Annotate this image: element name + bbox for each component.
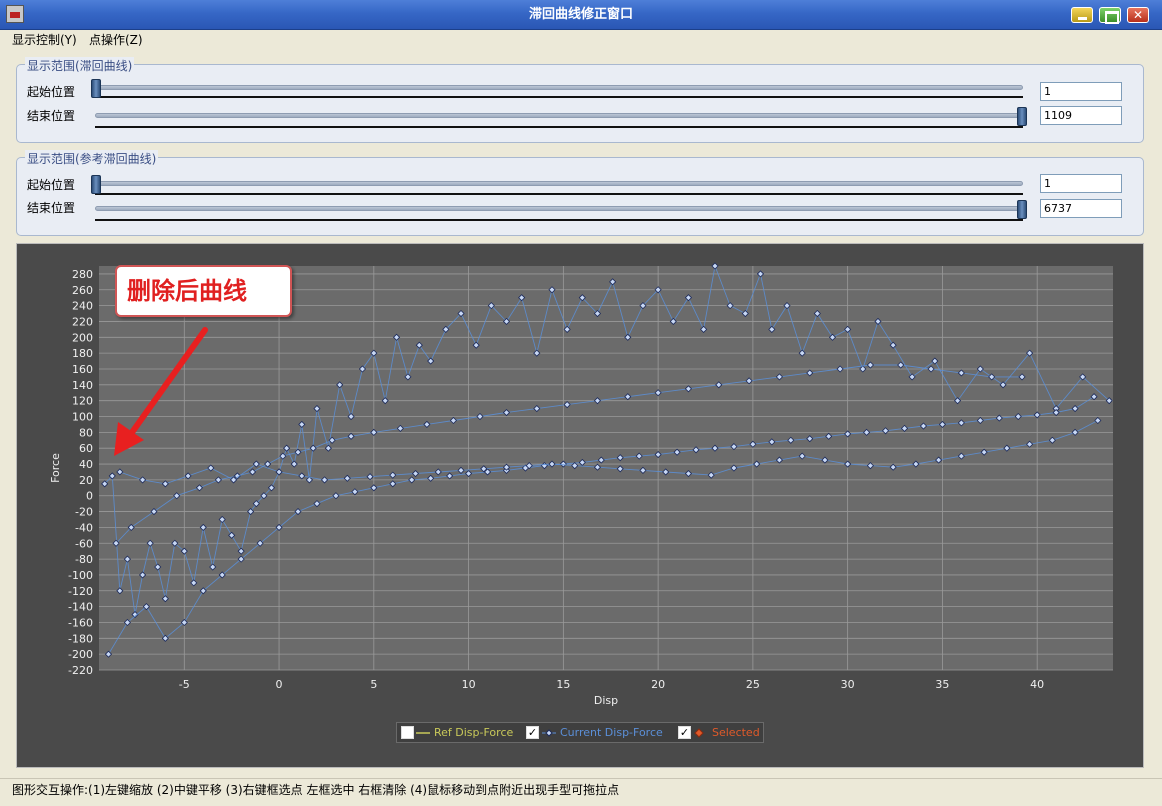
legend-current-label: Current Disp-Force xyxy=(560,726,663,739)
range-main-start-slider[interactable] xyxy=(95,85,1023,90)
range-ref-end-input[interactable] xyxy=(1040,199,1122,218)
range-group-ref: 显示范围(参考滞回曲线) 起始位置 结束位置 xyxy=(16,150,1144,236)
minimize-button[interactable] xyxy=(1071,7,1093,23)
y-tick-label: -220 xyxy=(68,664,93,677)
range-main-end-label: 结束位置 xyxy=(27,109,76,123)
range-ref-start-slider[interactable] xyxy=(95,181,1023,186)
y-tick-label: 240 xyxy=(72,300,93,313)
chart-legend: Ref Disp-Force ✓ Current Disp-Force ✓ Se… xyxy=(396,722,764,743)
y-axis-label: Force xyxy=(49,453,62,483)
y-tick-label: -100 xyxy=(68,569,93,582)
range-main-end-slider[interactable] xyxy=(95,113,1023,118)
y-tick-label: -20 xyxy=(75,506,93,519)
close-icon: ✕ xyxy=(1132,8,1144,22)
range-ref-start-label: 起始位置 xyxy=(27,178,76,192)
y-tick-label: 140 xyxy=(72,379,93,392)
menu-bar: 显示控制(Y) 点操作(Z) xyxy=(0,30,1162,48)
y-tick-label: 120 xyxy=(72,395,93,408)
range-main-end-thumb[interactable] xyxy=(1017,107,1027,126)
maximize-button[interactable] xyxy=(1099,7,1121,24)
range-ref-end-base xyxy=(95,219,1023,221)
close-button[interactable]: ✕ xyxy=(1127,7,1149,23)
x-tick-label: 30 xyxy=(841,678,855,691)
y-tick-label: 200 xyxy=(72,331,93,344)
range-main-end-base xyxy=(95,126,1023,128)
x-tick-label: 25 xyxy=(746,678,760,691)
legend-ref-line-icon xyxy=(416,732,430,734)
annotation-arrow-icon xyxy=(114,327,208,456)
y-tick-label: -120 xyxy=(68,585,93,598)
y-tick-label: -200 xyxy=(68,648,93,661)
range-main-end-input[interactable] xyxy=(1040,106,1122,125)
range-main-start-input[interactable] xyxy=(1040,82,1122,101)
x-tick-label: 15 xyxy=(556,678,570,691)
range-ref-title: 显示范围(参考滞回曲线) xyxy=(25,150,159,167)
y-tick-label: 160 xyxy=(72,363,93,376)
status-text: 图形交互操作:(1)左键缩放 (2)中键平移 (3)右键框选点 左框选中 右框清… xyxy=(12,783,620,797)
range-group-main: 显示范围(滞回曲线) 起始位置 结束位置 xyxy=(16,57,1144,143)
status-bar: 图形交互操作:(1)左键缩放 (2)中键平移 (3)右键框选点 左框选中 右框清… xyxy=(0,778,1162,806)
y-tick-label: -140 xyxy=(68,601,93,614)
menu-point-operation[interactable]: 点操作(Z) xyxy=(89,31,143,48)
y-tick-label: 100 xyxy=(72,411,93,424)
y-tick-label: 280 xyxy=(72,268,93,281)
menu-display-control[interactable]: 显示控制(Y) xyxy=(12,31,77,48)
y-tick-label: 20 xyxy=(79,474,93,487)
annotation-label: 删除后曲线 xyxy=(115,265,292,317)
x-tick-label: 40 xyxy=(1030,678,1044,691)
window-title: 滞回曲线修正窗口 xyxy=(528,7,633,22)
legend-current-checkbox[interactable]: ✓ xyxy=(526,726,539,739)
legend-ref-label: Ref Disp-Force xyxy=(434,726,514,739)
y-tick-label: 60 xyxy=(79,442,93,455)
range-main-title: 显示范围(滞回曲线) xyxy=(25,57,135,74)
y-tick-label: -80 xyxy=(75,553,93,566)
x-tick-label: 10 xyxy=(462,678,476,691)
y-tick-label: -60 xyxy=(75,537,93,550)
x-tick-label: 20 xyxy=(651,678,665,691)
title-bar: 滞回曲线修正窗口 ✕ xyxy=(0,0,1162,30)
range-main-start-base xyxy=(95,96,1023,98)
range-ref-start-thumb[interactable] xyxy=(91,175,101,194)
range-main-start-thumb[interactable] xyxy=(91,79,101,98)
y-tick-label: -160 xyxy=(68,616,93,629)
y-tick-label: 260 xyxy=(72,284,93,297)
range-main-start-label: 起始位置 xyxy=(27,85,76,99)
x-axis-label: Disp xyxy=(594,694,618,707)
legend-selected-marker-icon xyxy=(694,728,704,738)
legend-current-marker-icon xyxy=(542,729,556,737)
range-ref-end-slider[interactable] xyxy=(95,206,1023,211)
range-ref-end-label: 结束位置 xyxy=(27,201,76,215)
range-ref-start-base xyxy=(95,193,1023,195)
x-tick-label: 35 xyxy=(935,678,949,691)
y-tick-label: -180 xyxy=(68,632,93,645)
x-tick-label: 5 xyxy=(370,678,377,691)
legend-selected-checkbox[interactable]: ✓ xyxy=(678,726,691,739)
range-ref-end-thumb[interactable] xyxy=(1017,200,1027,219)
y-tick-label: 220 xyxy=(72,315,93,328)
y-tick-label: 40 xyxy=(79,458,93,471)
y-tick-label: 180 xyxy=(72,347,93,360)
y-tick-label: 0 xyxy=(86,490,93,503)
y-tick-label: -40 xyxy=(75,521,93,534)
x-tick-label: -5 xyxy=(179,678,190,691)
legend-ref-checkbox[interactable] xyxy=(401,726,414,739)
legend-selected-label: Selected xyxy=(712,726,760,739)
x-tick-label: 0 xyxy=(276,678,283,691)
y-tick-label: 80 xyxy=(79,426,93,439)
range-ref-start-input[interactable] xyxy=(1040,174,1122,193)
